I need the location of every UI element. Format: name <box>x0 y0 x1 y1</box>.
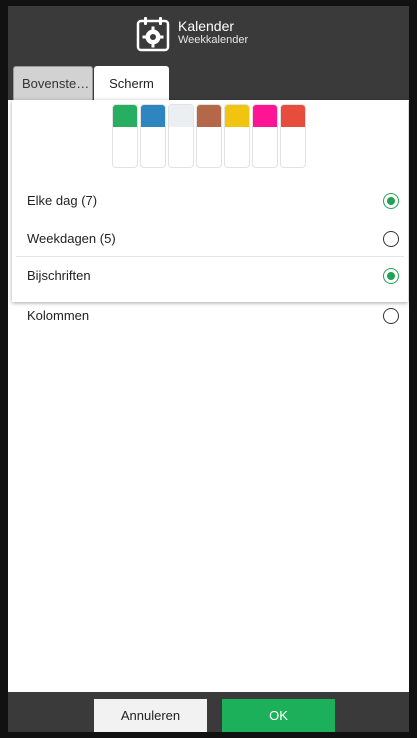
option-columns[interactable]: Kolommen <box>12 297 408 335</box>
ok-button[interactable]: OK <box>222 699 335 732</box>
option-label: Weekdagen (5) <box>27 231 116 246</box>
radio-columns[interactable] <box>383 308 399 324</box>
option-weekdays[interactable]: Weekdagen (5) <box>12 220 408 258</box>
color-swatch[interactable] <box>280 104 306 168</box>
color-swatch[interactable] <box>252 104 278 168</box>
option-label: Elke dag (7) <box>27 193 98 208</box>
option-every-day[interactable]: Elke dag (7) <box>12 182 408 220</box>
dialog-footer: Annuleren OK <box>8 692 409 732</box>
tab-bar: Bovenste… Scherm <box>8 60 409 100</box>
swatch-color <box>281 105 305 127</box>
app-subtitle: Weekkalender <box>178 34 249 46</box>
color-swatch-row <box>112 104 322 168</box>
settings-panel: Elke dag (7) Weekdagen (5) Bijschriften <box>12 100 408 302</box>
option-label: Bijschriften <box>27 268 91 283</box>
calendar-gear-icon <box>136 17 170 52</box>
radio-weekdays[interactable] <box>383 231 399 247</box>
app-title: Kalender <box>178 18 235 34</box>
swatch-color <box>197 105 221 127</box>
tab-scherm[interactable]: Scherm <box>94 66 169 100</box>
tab-bovenste[interactable]: Bovenste… <box>13 66 93 100</box>
swatch-color <box>225 105 249 127</box>
color-swatch[interactable] <box>224 104 250 168</box>
dialog-header: Kalender Weekkalender <box>8 6 409 60</box>
option-label: Kolommen <box>27 308 90 323</box>
radio-captions[interactable] <box>383 268 399 284</box>
color-swatch[interactable] <box>168 104 194 168</box>
option-captions[interactable]: Bijschriften <box>12 257 408 295</box>
dialog-window: Kalender Weekkalender Bovenste… Scherm E… <box>8 6 409 732</box>
swatch-color <box>253 105 277 127</box>
swatch-color <box>169 105 193 127</box>
radio-every-day[interactable] <box>383 193 399 209</box>
color-swatch[interactable] <box>112 104 138 168</box>
swatch-color <box>141 105 165 127</box>
cancel-button[interactable]: Annuleren <box>94 699 207 732</box>
swatch-color <box>113 105 137 127</box>
color-swatch[interactable] <box>140 104 166 168</box>
color-swatch[interactable] <box>196 104 222 168</box>
